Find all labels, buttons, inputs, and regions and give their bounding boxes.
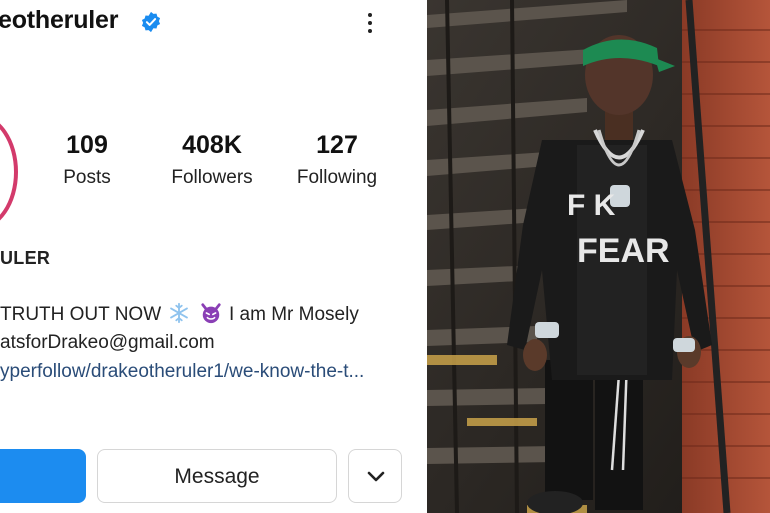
bio-link[interactable]: yperfollow/drakeotheruler1/we-know-the-t…	[0, 361, 364, 383]
profile-fullname: ULER	[0, 248, 51, 268]
shirt-text-line-1: F K	[567, 189, 616, 222]
avatar[interactable]	[0, 114, 18, 230]
snowflake-emoji	[170, 302, 189, 324]
suggested-dropdown-button[interactable]	[348, 449, 402, 503]
shirt-text-line-2: FEAR	[577, 232, 670, 270]
verified-badge-icon	[141, 11, 161, 33]
message-button[interactable]: Message	[97, 449, 337, 503]
profile-photo: F K FEAR	[427, 0, 770, 513]
following-count: 127	[316, 131, 358, 159]
chevron-down-icon	[367, 471, 385, 482]
profile-username: eotheruler	[0, 6, 119, 34]
bio-line-1-text-a: TRUTH OUT NOW	[0, 304, 162, 325]
posts-label: Posts	[63, 167, 111, 188]
bio-line-1: TRUTH OUT NOW I am Mr Mosely	[0, 302, 359, 326]
more-options-icon[interactable]	[360, 10, 380, 40]
bio-line-1-text-b: I am Mr Mosely	[228, 304, 359, 325]
devil-emoji	[201, 303, 221, 324]
follow-button[interactable]	[0, 449, 86, 503]
photo-panel: F K FEAR	[427, 0, 770, 513]
followers-count: 408K	[182, 131, 242, 159]
profile-panel: eotheruler 109 Posts 408K Followers 127 …	[0, 0, 425, 513]
stat-followers[interactable]: 408K Followers	[160, 131, 264, 189]
following-label: Following	[296, 167, 378, 188]
bio-email[interactable]: atsforDrakeo@gmail.com	[0, 332, 215, 354]
posts-count: 109	[66, 131, 108, 159]
stat-posts[interactable]: 109 Posts	[55, 131, 119, 189]
stat-following[interactable]: 127 Following	[290, 131, 384, 189]
followers-label: Followers	[171, 167, 253, 188]
